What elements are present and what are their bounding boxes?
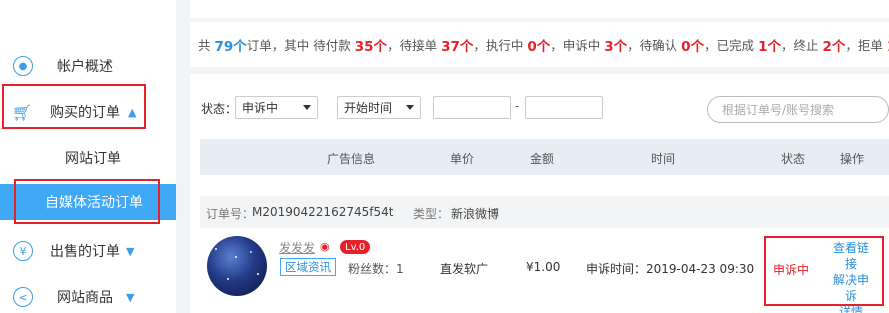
- summary-text: ，申诉中: [550, 38, 601, 53]
- yen-icon: ¥: [13, 241, 33, 261]
- total-count: 79个: [214, 38, 247, 55]
- status-badge: 申诉中: [773, 263, 810, 277]
- pending-accept-count: 37个: [441, 38, 474, 55]
- sidebar-item-media-activity-orders[interactable]: 自媒体活动订单: [0, 184, 176, 220]
- summary-text: ，待确认: [627, 38, 678, 53]
- chevron-down-icon: ▼: [126, 290, 135, 304]
- user-icon: ●: [13, 56, 33, 76]
- view-link-button[interactable]: 查看链接: [828, 240, 874, 272]
- column-header: 广告信息: [327, 152, 376, 166]
- start-date-input[interactable]: [433, 96, 511, 119]
- orders-panel: 状态： 申诉中 开始时间 - 根据订单号/账号搜索 广告信息 单价 金额 时间 …: [190, 74, 889, 313]
- sidebar-item-account-overview[interactable]: ● 帐户概述: [0, 48, 176, 84]
- sidebar-item-label: 帐户概述: [57, 59, 113, 75]
- main-content: 共 79个 订单，其中 待付款 35个 ，待接单 37个 ，执行中 0个 ，申诉…: [190, 0, 889, 313]
- sidebar-item-website-orders[interactable]: 网站订单: [0, 140, 176, 176]
- sidebar-item-website-products[interactable]: < 网站商品 ▼: [0, 279, 176, 313]
- sidebar-item-sold-orders[interactable]: ¥ 出售的订单 ▼: [0, 233, 176, 269]
- order-no-label: 订单号：: [206, 207, 255, 221]
- order-type-value: 新浪微博: [451, 207, 500, 221]
- summary-text: ，终止: [780, 38, 819, 53]
- time-select[interactable]: 开始时间: [337, 96, 421, 119]
- appeal-time: 申诉时间：2019-04-23 09:30: [586, 262, 755, 276]
- summary-text: ，执行中: [473, 38, 524, 53]
- ad-type: 直发软广: [440, 262, 489, 276]
- top-bar: [190, 0, 889, 18]
- sidebar: ● 帐户概述 🛒︎ 购买的订单 ▲ 网站订单 自媒体活动订单 ¥ 出售的订单 ▼…: [0, 0, 176, 313]
- level-badge: Lv.0: [340, 240, 371, 254]
- category-tag: 区域资讯: [280, 258, 336, 276]
- fans-count: 粉丝数：1: [348, 262, 404, 276]
- order-summary: 共 79个 订单，其中 待付款 35个 ，待接单 37个 ，执行中 0个 ，申诉…: [190, 22, 889, 67]
- order-type-label: 类型：: [413, 207, 450, 221]
- summary-text: 共: [198, 38, 211, 53]
- chevron-down-icon: [406, 105, 414, 110]
- search-input[interactable]: 根据订单号/账号搜索: [707, 96, 889, 123]
- status-select[interactable]: 申诉中: [235, 96, 318, 119]
- sidebar-item-label: 购买的订单: [50, 105, 120, 121]
- chevron-up-icon: ▲: [128, 105, 137, 119]
- column-header: 状态: [781, 152, 806, 166]
- date-range-dash: -: [515, 99, 520, 113]
- divider: [176, 0, 190, 313]
- completed-count: 1个: [758, 38, 781, 55]
- chevron-down-icon: [303, 105, 311, 110]
- sidebar-item-label: 网站订单: [65, 151, 121, 167]
- status-filter-label: 状态：: [201, 102, 238, 116]
- search-placeholder: 根据订单号/账号搜索: [722, 103, 835, 117]
- pending-pay-count: 35个: [354, 38, 388, 55]
- sidebar-item-label: 自媒体活动订单: [45, 195, 143, 211]
- column-header: 时间: [651, 152, 676, 166]
- share-icon: <: [13, 287, 33, 307]
- appealing-count: 3个: [604, 38, 628, 55]
- order-header: 订单号： M20190422162745f54t 类型： 新浪微博: [200, 196, 889, 228]
- account-name[interactable]: 发发发: [279, 239, 315, 256]
- chevron-down-icon: ▼: [126, 244, 135, 258]
- actions: 查看链接 解决申诉 详情: [828, 240, 874, 313]
- end-date-input[interactable]: [525, 96, 603, 119]
- time-select-value: 开始时间: [344, 101, 393, 115]
- table-row: 发发发 ◉ Lv.0 区域资讯 粉丝数：1 直发软广 ¥1.00 申诉时间：20…: [200, 228, 889, 313]
- pending-confirm-count: 0个: [681, 38, 705, 55]
- sidebar-item-purchased-orders[interactable]: 🛒︎ 购买的订单 ▲: [0, 94, 176, 130]
- column-header: 单价: [450, 152, 475, 166]
- summary-text: ，拒单: [845, 38, 883, 53]
- column-header: 操作: [840, 152, 865, 166]
- summary-text: ，待接单: [387, 38, 438, 53]
- status-select-value: 申诉中: [242, 101, 279, 115]
- resolve-appeal-button[interactable]: 解决申诉: [828, 272, 874, 304]
- table-header: 广告信息 单价 金额 时间 状态 操作: [200, 139, 889, 175]
- cart-icon: 🛒︎: [11, 102, 33, 122]
- column-header: 金额: [530, 152, 555, 166]
- executing-count: 0个: [527, 38, 551, 55]
- details-button[interactable]: 详情: [828, 304, 874, 313]
- summary-text: ，已完成: [704, 38, 755, 53]
- avatar: [207, 236, 267, 296]
- price: ¥1.00: [526, 260, 561, 274]
- order-no-value: M20190422162745f54t: [252, 205, 394, 219]
- weibo-icon: ◉: [320, 240, 330, 253]
- terminated-count: 2个: [822, 38, 846, 55]
- sidebar-item-label: 出售的订单: [50, 244, 120, 260]
- sidebar-item-label: 网站商品: [57, 290, 113, 306]
- summary-text: 订单，其中 待付款: [246, 38, 351, 53]
